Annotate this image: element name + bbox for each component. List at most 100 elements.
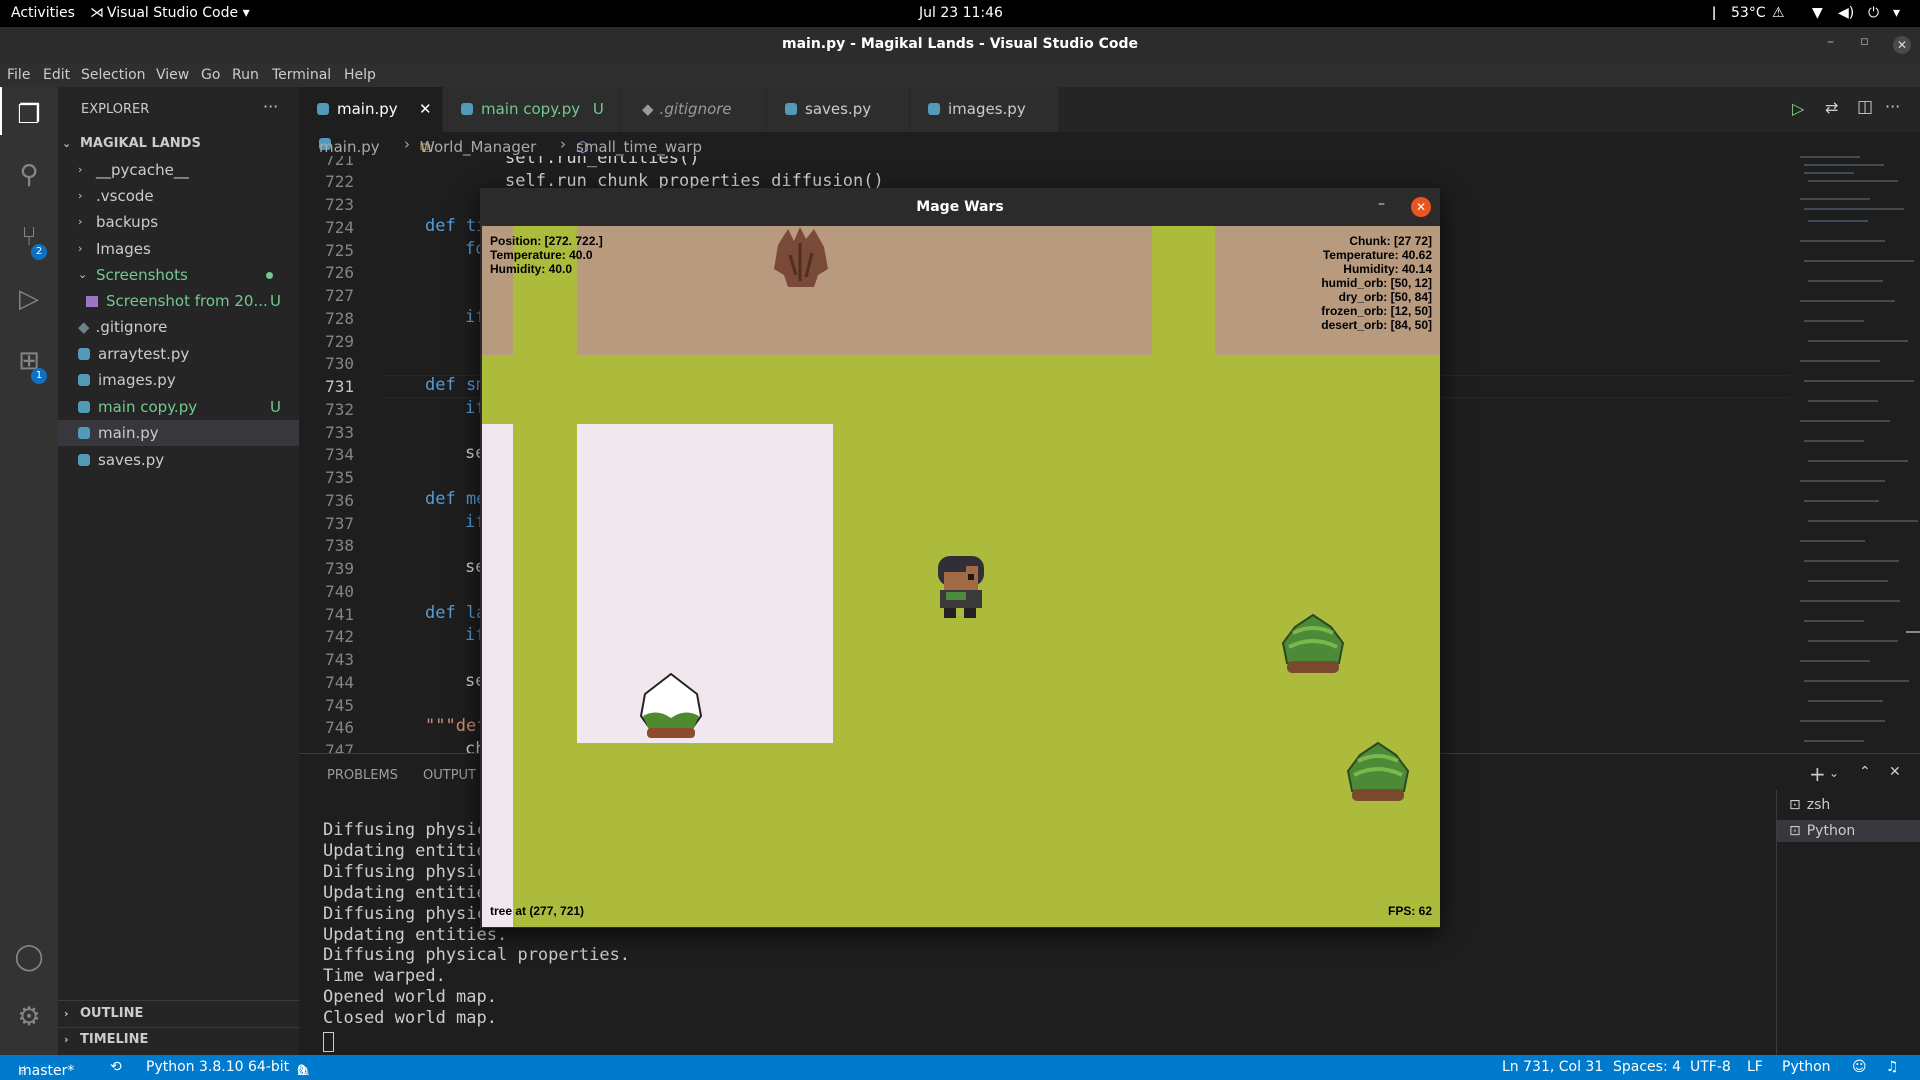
chevron-right-icon: › [78,189,83,202]
explorer-sidebar: EXPLORER ··· ⌄ MAGIKAL LANDS › __pycache… [58,87,299,1055]
run-python-icon[interactable]: ▷ [1792,99,1804,118]
maximize-panel-icon[interactable]: ⌃ [1859,764,1871,780]
tab-problems[interactable]: PROBLEMS [327,768,398,783]
explorer-files-icon[interactable]: ❐ [13,99,45,131]
cursor-position[interactable]: Ln 731, Col 31 [1502,1059,1603,1075]
indentation[interactable]: Spaces: 4 [1613,1059,1681,1075]
menu-run[interactable]: Run [232,67,259,83]
new-terminal-icon[interactable]: + [1809,762,1826,786]
chevron-right-icon: › [78,163,83,176]
game-close-icon[interactable]: ✕ [1411,197,1431,217]
terminal-python[interactable]: ⊡ Python [1777,820,1920,842]
line-number: 722 [325,172,354,191]
line-number: 738 [325,536,354,555]
split-editor-icon[interactable]: ◫ [1857,97,1873,117]
close-panel-icon[interactable]: ✕ [1889,764,1901,780]
hud-humidity: Humidity: 40.0 [490,262,573,276]
line-number: 731 [325,377,354,396]
folder-images[interactable]: › Images [78,236,293,262]
bush-tree-sprite [1281,613,1345,673]
tab-output[interactable]: OUTPUT [423,768,476,783]
menu-edit[interactable]: Edit [43,67,70,83]
menu-file[interactable]: File [7,67,30,83]
file-screenshot[interactable]: Screenshot from 20... U [86,288,293,314]
terminal-zsh[interactable]: ⊡ zsh [1777,794,1920,816]
folder-screenshots[interactable]: ⌄ Screenshots [78,262,293,288]
tab-images[interactable]: images.py [910,87,1059,132]
file-images[interactable]: images.py [78,367,293,393]
python-interpreter[interactable]: Python 3.8.10 64-bit [146,1059,289,1075]
line-number: 746 [325,718,354,737]
sync-icon[interactable]: ⟲ [110,1059,122,1075]
snowy-tree-sprite [639,672,703,738]
tab-main[interactable]: main.py ✕ [299,87,443,132]
file-arraytest[interactable]: arraytest.py [78,341,293,367]
language-mode[interactable]: Python [1782,1059,1831,1075]
minimize-icon[interactable]: – [1827,34,1834,50]
file-main[interactable]: main.py [58,420,299,446]
folder-pycache[interactable]: › __pycache__ [78,157,293,183]
notifications-bell-icon[interactable]: ♫ [1886,1059,1899,1075]
system-menu-chevron-icon[interactable]: ▾ [1893,5,1900,21]
maximize-icon[interactable]: ▫ [1860,34,1869,49]
close-tab-icon[interactable]: ✕ [419,87,432,132]
file-saves[interactable]: saves.py [78,447,293,473]
breadcrumb: main.py › ⧉ World_Manager › ⬡ small_time_w… [299,132,1799,156]
close-window-icon[interactable]: ✕ [1893,36,1911,54]
accounts-icon[interactable]: ◯ [13,941,45,973]
file-main-copy[interactable]: main copy.py U [78,394,293,420]
clock[interactable]: Jul 23 11:46 [919,5,1003,21]
encoding[interactable]: UTF-8 [1690,1059,1731,1075]
settings-gear-icon[interactable]: ⚙ [13,1001,45,1033]
terminal-line: Diffusing physic [323,862,487,882]
tab-main-copy[interactable]: main copy.py U [443,87,620,132]
power-icon[interactable]: ⏻ [1868,5,1879,21]
minimap-slider[interactable] [1906,631,1920,633]
hud-humid-orb: humid_orb: [50, 12] [1321,276,1432,290]
game-window[interactable]: Mage Wars – ✕ Position: [272. 722.] Temp… [480,188,1440,928]
more-actions-icon[interactable]: ··· [263,97,278,116]
game-minimize-icon[interactable]: – [1378,196,1385,212]
editor-tabs: main.py ✕ main copy.py U ◆ .gitignore sav… [299,87,1920,132]
line-ending[interactable]: LF [1747,1059,1763,1075]
line-number: 725 [325,241,354,260]
search-icon[interactable]: ⚲ [13,159,45,191]
line-number: 733 [325,423,354,442]
line-number: 723 [325,195,354,214]
wifi-icon[interactable]: ▼ [1812,5,1823,21]
chevron-down-icon[interactable]: ⌄ [1829,766,1839,780]
volume-icon[interactable]: ◀) [1838,5,1854,21]
line-number: 745 [325,696,354,715]
menu-selection[interactable]: Selection [81,67,146,83]
folder-vscode[interactable]: › .vscode [78,183,293,209]
feedback-icon[interactable]: ☺ [1852,1059,1867,1075]
compare-changes-icon[interactable]: ⇄ [1825,98,1838,117]
menu-terminal[interactable]: Terminal [272,67,331,83]
app-menu[interactable]: Visual Studio Code ▾ [107,5,250,21]
menu-go[interactable]: Go [201,67,220,83]
dead-tree-sprite [774,227,828,287]
folder-backups[interactable]: › backups [78,209,293,235]
hud-temperature: Temperature: 40.0 [490,248,593,262]
activities-button[interactable]: Activities [11,5,75,21]
menu-bar: File Edit Selection View Go Run Terminal… [0,63,1920,87]
menu-view[interactable]: View [156,67,189,83]
file-gitignore[interactable]: ◆ .gitignore [78,314,293,340]
tab-gitignore[interactable]: ◆ .gitignore [620,87,767,132]
hud-player-stats: Position: [272. 722.] Temperature: 40.0 … [490,234,603,276]
dirt-tile [577,226,1152,355]
tab-saves[interactable]: saves.py [767,87,910,132]
terminal-line: Diffusing physical properties. [323,945,631,965]
cpu-temperature[interactable]: 53°C [1731,5,1766,21]
python-file-icon [317,103,329,115]
line-number: 721 [325,156,354,169]
menu-help[interactable]: Help [344,67,376,83]
terminal-line: Updating entitie [323,883,487,903]
run-debug-icon[interactable]: ▷ [13,283,45,315]
minimap[interactable] [1790,150,1920,750]
terminal-cursor [323,1032,334,1052]
chevron-right-icon: › [560,135,566,153]
game-canvas[interactable]: Position: [272. 722.] Temperature: 40.0 … [482,226,1440,927]
code-line: def la [425,603,487,623]
more-actions-icon[interactable]: ··· [1885,97,1900,116]
